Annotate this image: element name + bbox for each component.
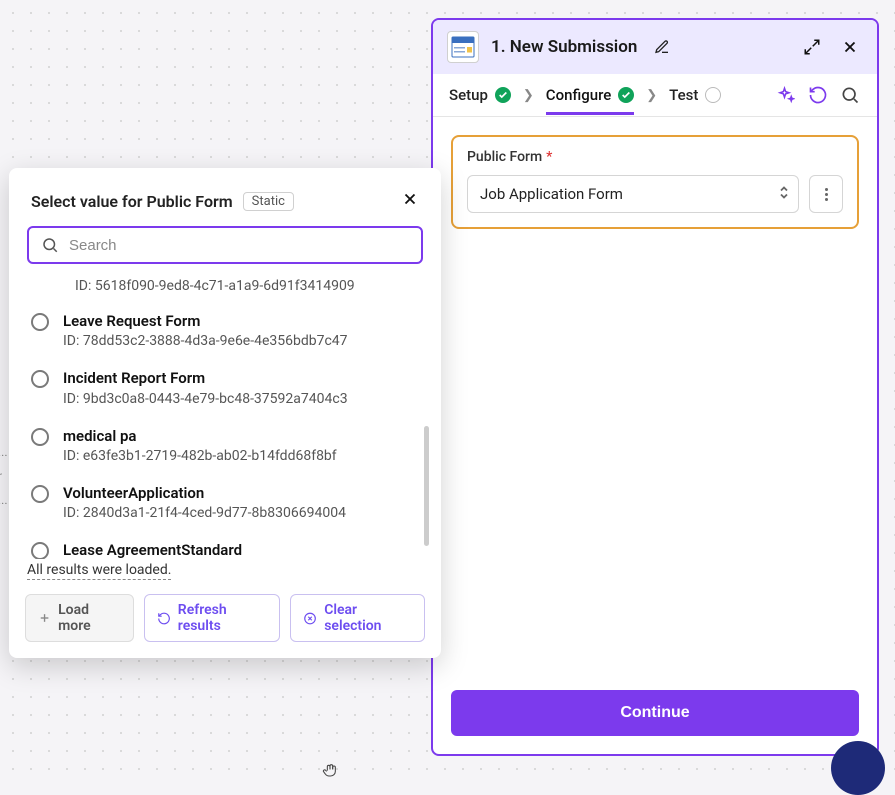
clear-label: Clear selection	[324, 602, 412, 634]
popover-actions: Load more Refresh results Clear selectio…	[9, 586, 441, 658]
option-row[interactable]: medical pa ID: e63fe3b1-2719-482b-ab02-b…	[29, 421, 427, 478]
clear-icon	[303, 611, 317, 626]
tab-test[interactable]: Test	[669, 86, 721, 114]
panel-header: 1. New Submission	[433, 20, 877, 74]
plus-icon	[38, 611, 51, 625]
tab-setup-label: Setup	[449, 86, 488, 104]
results-footer-text: All results were loaded.	[27, 562, 171, 580]
option-row[interactable]: Incident Report Form ID: 9bd3c0a8-0443-4…	[29, 363, 427, 420]
form-app-icon	[447, 31, 479, 63]
refresh-icon	[157, 611, 171, 626]
config-panel: 1. New Submission Setup ❯ Configure ❯ Te	[431, 18, 879, 756]
option-row[interactable]: Leave Request Form ID: 78dd53c2-3888-4d3…	[29, 306, 427, 363]
search-input[interactable]	[69, 237, 409, 254]
field-label: Public Form *	[467, 149, 843, 165]
option-id: ID: e63fe3b1-2719-482b-ab02-b14fdd68f8bf	[63, 448, 337, 464]
popover-header: Select value for Public Form Static	[9, 168, 441, 226]
required-star-icon: *	[546, 149, 552, 165]
check-icon	[618, 87, 634, 103]
option-name: Lease AgreementStandard	[63, 540, 335, 559]
select-caret-icon	[778, 185, 790, 204]
close-panel-button[interactable]	[837, 34, 863, 60]
chevron-right-icon: ❯	[523, 88, 534, 113]
radio-icon[interactable]	[31, 370, 49, 388]
field-label-text: Public Form	[467, 149, 542, 165]
continue-button[interactable]: Continue	[451, 690, 859, 736]
expand-button[interactable]	[799, 34, 825, 60]
static-badge: Static	[243, 192, 294, 211]
hand-cursor-icon	[322, 762, 338, 782]
load-more-button[interactable]: Load more	[25, 594, 134, 642]
close-popover-button[interactable]	[401, 190, 419, 212]
option-id: ID: 78dd53c2-3888-4d3a-9e6e-4e356bdb7c47	[63, 333, 348, 349]
edit-title-button[interactable]	[649, 34, 675, 60]
option-id: ID: 2840d3a1-21f4-4ced-9d77-8b8306694004	[63, 505, 346, 521]
option-name: Leave Request Form	[63, 311, 348, 331]
option-row[interactable]: VolunteerApplication ID: 2840d3a1-21f4-4…	[29, 478, 427, 535]
options-list: ID: 5618f090-9ed8-4c71-a1a9-6d91f3414909…	[9, 266, 441, 559]
clear-selection-button[interactable]: Clear selection	[290, 594, 425, 642]
sparkle-icon[interactable]	[775, 84, 797, 106]
option-name: VolunteerApplication	[63, 483, 346, 503]
option-id: ID: 9bd3c0a8-0443-4e79-bc48-37592a7404c3	[63, 391, 348, 407]
search-step-icon[interactable]	[839, 84, 861, 106]
results-footer-note: All results were loaded.	[9, 559, 441, 586]
search-icon	[41, 236, 59, 254]
panel-title: 1. New Submission	[491, 37, 637, 57]
step-tabs: Setup ❯ Configure ❯ Test	[433, 74, 877, 117]
tab-configure-label: Configure	[546, 86, 611, 104]
popover-title: Select value for Public Form	[31, 192, 233, 211]
scrollbar-thumb[interactable]	[424, 426, 429, 546]
radio-icon[interactable]	[31, 485, 49, 503]
cropped-edge-text: ... r ...	[0, 440, 8, 512]
field-more-button[interactable]	[809, 175, 843, 213]
radio-icon[interactable]	[31, 313, 49, 331]
chevron-right-icon: ❯	[646, 88, 657, 113]
radio-icon[interactable]	[31, 428, 49, 446]
search-input-wrap[interactable]	[27, 226, 423, 264]
public-form-field: Public Form * Job Application Form	[451, 135, 859, 229]
radio-icon[interactable]	[31, 542, 49, 559]
check-icon	[495, 87, 511, 103]
public-form-select[interactable]: Job Application Form	[467, 175, 799, 213]
refresh-label: Refresh results	[178, 602, 267, 634]
refresh-results-button[interactable]: Refresh results	[144, 594, 280, 642]
option-name: medical pa	[63, 426, 337, 446]
option-name: Incident Report Form	[63, 368, 348, 388]
panel-footer: Continue	[433, 676, 877, 754]
load-more-label: Load more	[58, 602, 121, 634]
select-value: Job Application Form	[480, 185, 623, 203]
tab-test-label: Test	[669, 86, 698, 104]
help-bubble[interactable]	[831, 741, 885, 795]
select-value-popover: Select value for Public Form Static ID: …	[9, 168, 441, 658]
option-row[interactable]: Lease AgreementStandard ID: af213574-7f8…	[29, 535, 427, 559]
config-body: Public Form * Job Application Form	[433, 117, 877, 676]
tab-configure[interactable]: Configure	[546, 86, 634, 114]
undo-icon[interactable]	[807, 84, 829, 106]
status-empty-icon	[705, 87, 721, 103]
tab-setup[interactable]: Setup	[449, 86, 511, 114]
option-id-text: ID: 5618f090-9ed8-4c71-a1a9-6d91f3414909	[29, 270, 427, 306]
